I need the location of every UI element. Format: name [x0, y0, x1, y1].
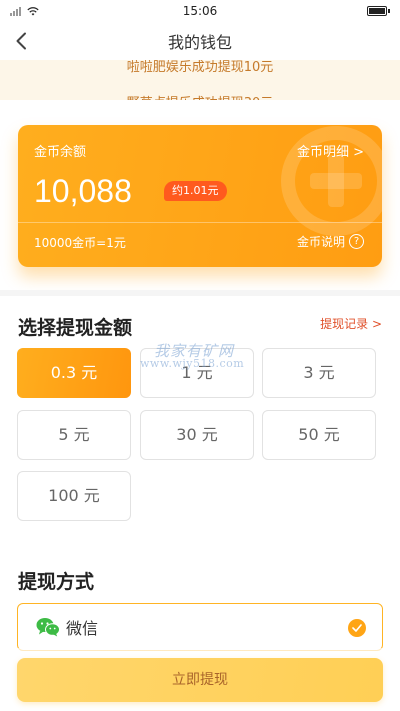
- amount-option[interactable]: 50 元: [262, 410, 376, 460]
- pay-method-wechat[interactable]: 微信: [17, 603, 383, 651]
- nav-bar: 我的钱包: [0, 22, 400, 60]
- marquee-item: 野草卢提乐成功提现30元: [0, 92, 400, 100]
- status-time: 15:06: [182, 4, 218, 18]
- amount-option[interactable]: 3 元: [262, 348, 376, 398]
- marquee-item: 啦啦肥娱乐成功提现10元: [126, 60, 274, 75]
- wallet-page: 15:06 我的钱包 啦啦肥娱乐成功提现10元 野草卢提乐成功提现30元 金币余…: [0, 0, 400, 711]
- balance-label: 金币余额: [34, 145, 87, 160]
- site-watermark: 我家有矿网 www.wjy518.com: [140, 340, 270, 376]
- status-bar: 15:06: [0, 0, 400, 22]
- coin-help-link[interactable]: 金币说明 ?: [297, 233, 364, 250]
- amount-option[interactable]: 100 元: [17, 471, 131, 521]
- amount-option[interactable]: 0.3 元: [17, 348, 131, 398]
- question-icon: ?: [349, 234, 364, 249]
- approx-yuan-badge: 约1.01元: [164, 181, 227, 201]
- watermark-url: www.wjy518.com: [140, 357, 245, 370]
- balance-card: 金币余额 金币明细 > 10,088 约1.01元 10000金币=1元 金币说…: [18, 125, 382, 267]
- page-title: 我的钱包: [167, 33, 232, 52]
- withdraw-button[interactable]: 立即提现: [17, 658, 383, 702]
- coin-balance: 10,088: [34, 173, 132, 209]
- withdraw-record-link[interactable]: 提现记录 >: [320, 315, 382, 332]
- amount-option[interactable]: 5 元: [17, 410, 131, 460]
- back-button[interactable]: [8, 28, 34, 54]
- back-chevron-icon: [16, 32, 26, 50]
- exchange-rate-text: 10000金币=1元: [34, 236, 126, 250]
- pay-method-label: 微信: [66, 619, 99, 638]
- wechat-icon: [36, 618, 60, 637]
- coin-detail-link[interactable]: 金币明细 >: [297, 141, 364, 160]
- section-divider: [0, 290, 400, 296]
- card-divider: [18, 222, 382, 223]
- coin-help-label: 金币说明: [296, 235, 345, 249]
- amount-option[interactable]: 30 元: [140, 410, 254, 460]
- pay-method-title: 提现方式: [18, 571, 95, 593]
- amount-section-title: 选择提现金额: [18, 317, 133, 339]
- withdraw-news-marquee: 啦啦肥娱乐成功提现10元 野草卢提乐成功提现30元: [0, 60, 400, 100]
- check-icon: [348, 619, 366, 637]
